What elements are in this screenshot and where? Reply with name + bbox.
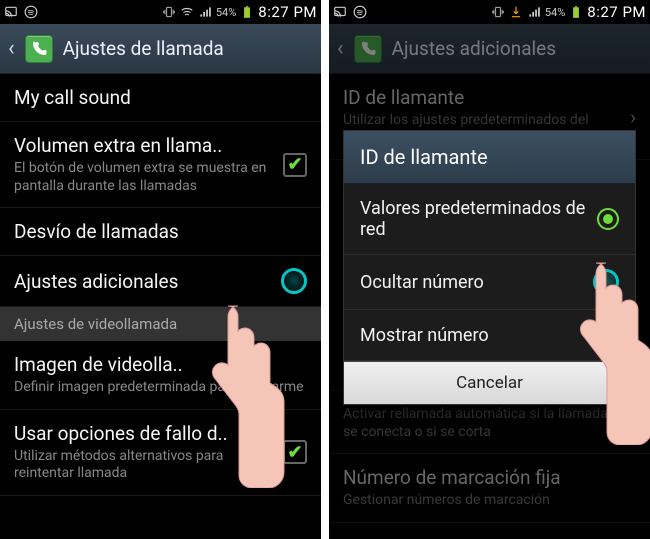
checkbox-opciones-fallo[interactable] [283, 440, 307, 464]
item-my-call-sound[interactable]: My call sound [0, 74, 321, 122]
dialog-title: ID de llamante [344, 131, 635, 184]
cast-icon [333, 5, 347, 19]
phone-app-icon [25, 35, 53, 63]
vibrate-icon [162, 5, 176, 19]
back-icon: ‹ [337, 36, 344, 61]
status-bar: 54% 8:27 PM [329, 0, 650, 24]
option-hide-number[interactable]: Ocultar número [344, 255, 635, 310]
phone-right: 54% 8:27 PM ‹ Ajustes adicionales ID de … [329, 0, 650, 539]
header-left[interactable]: ‹ Ajustes de llamada [0, 24, 321, 74]
cancel-button[interactable]: Cancelar [344, 361, 635, 404]
caller-id-dialog: ID de llamante Valores predeterminados d… [343, 130, 636, 405]
signal-icon [527, 5, 541, 19]
touch-indicator-icon [593, 269, 619, 295]
radio-selected-icon[interactable] [597, 208, 619, 230]
clock: 8:27 PM [258, 3, 317, 21]
vibrate-icon [491, 5, 505, 19]
item-fdn: Número de marcación fija Gestionar númer… [329, 454, 650, 523]
chevron-right-icon: › [630, 105, 636, 129]
header-right: ‹ Ajustes adicionales [329, 24, 650, 74]
battery-icon [240, 5, 254, 19]
clock: 8:27 PM [587, 3, 646, 21]
checkbox-volumen-extra[interactable] [283, 153, 307, 177]
item-desvio-llamadas[interactable]: Desvío de llamadas [0, 208, 321, 256]
page-title: Ajustes adicionales [392, 37, 556, 60]
phone-app-icon [354, 35, 382, 63]
settings-list: My call sound Volumen extra en llama.. E… [0, 74, 321, 496]
wifi-icon [180, 5, 194, 19]
battery-pct: 54% [545, 6, 565, 19]
battery-pct: 54% [216, 6, 236, 19]
spotify-icon [24, 5, 38, 19]
option-network-default[interactable]: Valores predeterminados de red [344, 184, 635, 255]
section-videollamada: Ajustes de videollamada [0, 307, 321, 341]
option-show-number[interactable]: Mostrar número [344, 310, 635, 361]
page-title: Ajustes de llamada [63, 37, 224, 60]
status-bar: 54% 8:27 PM [0, 0, 321, 24]
item-ajustes-adicionales[interactable]: Ajustes adicionales [0, 256, 321, 307]
item-imagen-videollamada[interactable]: Imagen de videolla.. Definir imagen pred… [0, 341, 321, 410]
spotify-icon [353, 5, 367, 19]
battery-icon [569, 5, 583, 19]
back-icon[interactable]: ‹ [8, 36, 15, 61]
cast-icon [4, 5, 18, 19]
download-icon [509, 5, 523, 19]
item-opciones-fallo[interactable]: Usar opciones de fallo d.. Utilizar méto… [0, 410, 321, 496]
touch-indicator-icon [281, 268, 307, 294]
signal-icon [198, 5, 212, 19]
item-volumen-extra[interactable]: Volumen extra en llama.. El botón de vol… [0, 122, 321, 208]
phone-left: 54% 8:27 PM ‹ Ajustes de llamada My call… [0, 0, 321, 539]
radio-icon[interactable] [597, 324, 619, 346]
